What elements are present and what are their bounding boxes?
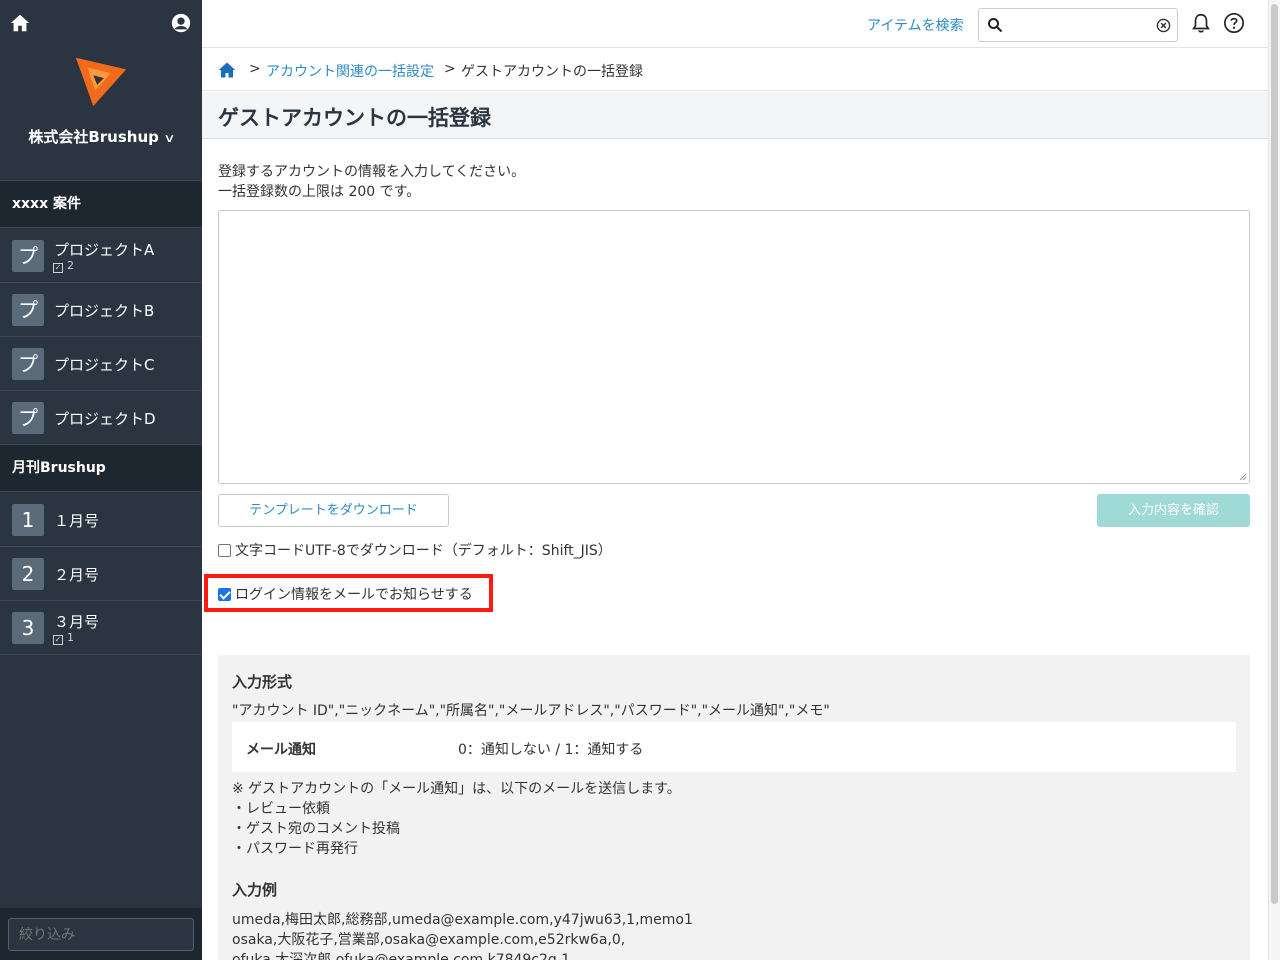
help-icon[interactable] bbox=[1223, 12, 1245, 34]
download-template-button[interactable]: テンプレートをダウンロード bbox=[218, 494, 449, 527]
home-icon[interactable] bbox=[9, 12, 31, 34]
sidebar-item-label: プロジェクトD bbox=[54, 410, 156, 428]
project-icon: プ bbox=[12, 240, 44, 272]
resize-grip-icon[interactable] bbox=[1239, 473, 1247, 481]
confirm-input-button[interactable]: 入力内容を確認 bbox=[1097, 494, 1250, 527]
issue-icon: 2 bbox=[12, 558, 44, 590]
search-box bbox=[978, 8, 1178, 42]
instruction-text: 登録するアカウントの情報を入力してください。 bbox=[218, 164, 526, 180]
limit-text: 一括登録数の上限は 200 です。 bbox=[218, 184, 421, 200]
sidebar-item-label: プロジェクトA bbox=[54, 241, 155, 259]
sidebar-item-project-a[interactable]: プ プロジェクトA ✓ 2 bbox=[0, 229, 202, 283]
mail-notify-value: 0：通知しない / 1：通知する bbox=[458, 742, 644, 758]
sidebar-item-issue-2[interactable]: 2 ２月号 bbox=[0, 547, 202, 601]
sidebar-group-title[interactable]: xxxx 案件 bbox=[0, 180, 202, 228]
example-line: umeda,梅田太郎,総務部,umeda@example.com,y47jwu6… bbox=[232, 912, 693, 928]
page-scrollbar[interactable] bbox=[1268, 0, 1280, 960]
chevron-down-icon: ∨ bbox=[163, 131, 176, 145]
sidebar-item-project-b[interactable]: プ プロジェクトB bbox=[0, 283, 202, 337]
sidebar-item-label: １月号 bbox=[54, 512, 100, 530]
top-bar: アイテムを検索 bbox=[202, 0, 1268, 48]
utf8-download-option[interactable]: 文字コードUTF-8でダウンロード（デフォルト：Shift_JIS） bbox=[218, 540, 612, 560]
page-title: ゲストアカウントの一括登録 bbox=[218, 106, 491, 130]
sidebar-item-project-c[interactable]: プ プロジェクトC bbox=[0, 337, 202, 391]
sidebar-item-issue-3[interactable]: 3 ３月号 ✓ 1 bbox=[0, 601, 202, 655]
sidebar: 株式会社Brushup ∨ xxxx 案件 プ プロジェクトA ✓ 2 プ プロジェ… bbox=[0, 0, 202, 960]
email-notify-checkbox-label: ログイン情報をメールでお知らせする bbox=[235, 587, 473, 603]
sidebar-group-title[interactable]: 月刊Brushup bbox=[0, 444, 202, 492]
breadcrumb-separator: > bbox=[249, 61, 261, 77]
format-info-panel: 入力形式 "アカウント ID","ニックネーム","所属名","メールアドレス"… bbox=[218, 655, 1250, 960]
breadcrumb: > アカウント関連の一括設定 > ゲストアカウントの一括登録 bbox=[202, 49, 1268, 91]
example-heading: 入力例 bbox=[232, 881, 278, 899]
search-icon bbox=[988, 18, 1003, 33]
checkbox-icon: ✓ bbox=[53, 263, 63, 273]
company-name: 株式会社Brushup bbox=[28, 128, 159, 146]
sidebar-item-project-d[interactable]: プ プロジェクトD bbox=[0, 391, 202, 445]
note-item: ・レビュー依頼 bbox=[232, 801, 330, 817]
breadcrumb-link-bulk-settings[interactable]: アカウント関連の一括設定 bbox=[266, 61, 434, 81]
notification-bell-icon[interactable] bbox=[1190, 12, 1212, 34]
sidebar-item-label: プロジェクトB bbox=[54, 302, 155, 320]
project-icon: プ bbox=[12, 402, 44, 434]
sidebar-top bbox=[0, 0, 202, 48]
task-count: ✓ 2 bbox=[53, 259, 74, 273]
mail-notify-key: メール通知 bbox=[246, 742, 316, 758]
clear-icon[interactable] bbox=[1156, 18, 1171, 33]
scrollbar-thumb[interactable] bbox=[1271, 4, 1278, 904]
account-data-textarea[interactable] bbox=[218, 210, 1250, 484]
company-switcher[interactable]: 株式会社Brushup ∨ bbox=[0, 126, 202, 147]
issue-icon: 1 bbox=[12, 504, 44, 536]
mail-notify-table: メール通知 0：通知しない / 1：通知する bbox=[232, 722, 1236, 772]
user-account-icon[interactable] bbox=[170, 12, 192, 34]
task-count: ✓ 1 bbox=[53, 631, 74, 645]
sidebar-item-label: プロジェクトC bbox=[54, 356, 155, 374]
breadcrumb-home-icon[interactable] bbox=[218, 61, 236, 79]
project-icon: プ bbox=[12, 348, 44, 380]
example-line: ofuka,大深次郎,ofuka@example.com,k7849c2g,1 bbox=[232, 952, 571, 960]
search-input[interactable] bbox=[1007, 13, 1147, 37]
search-items-link[interactable]: アイテムを検索 bbox=[867, 15, 964, 35]
sidebar-filter-input[interactable] bbox=[8, 918, 194, 951]
sidebar-item-label: ３月号 bbox=[54, 613, 100, 631]
example-line: osaka,大阪花子,営業部,osaka@example.com,e52rkw6… bbox=[232, 932, 626, 948]
checkbox-icon: ✓ bbox=[53, 635, 63, 645]
page-title-bar: ゲストアカウントの一括登録 bbox=[202, 92, 1268, 139]
note-item: ・ゲスト宛のコメント投稿 bbox=[232, 821, 400, 837]
note-text: ※ ゲストアカウントの「メール通知」は、以下のメールを送信します。 bbox=[232, 781, 681, 797]
breadcrumb-current: ゲストアカウントの一括登録 bbox=[461, 64, 643, 80]
breadcrumb-separator: > bbox=[444, 61, 456, 77]
brushup-logo bbox=[75, 57, 127, 107]
email-notify-option[interactable]: ログイン情報をメールでお知らせする bbox=[218, 584, 473, 604]
format-columns: "アカウント ID","ニックネーム","所属名","メールアドレス","パスワ… bbox=[232, 703, 830, 719]
sidebar-item-label: ２月号 bbox=[54, 566, 100, 584]
utf8-checkbox[interactable] bbox=[218, 544, 231, 557]
project-icon: プ bbox=[12, 294, 44, 326]
email-notify-checkbox[interactable] bbox=[218, 588, 231, 601]
note-item: ・パスワード再発行 bbox=[232, 841, 358, 857]
utf8-checkbox-label: 文字コードUTF-8でダウンロード（デフォルト：Shift_JIS） bbox=[235, 543, 612, 559]
format-heading: 入力形式 bbox=[232, 673, 293, 691]
issue-icon: 3 bbox=[12, 612, 44, 644]
sidebar-item-issue-1[interactable]: 1 １月号 bbox=[0, 493, 202, 547]
